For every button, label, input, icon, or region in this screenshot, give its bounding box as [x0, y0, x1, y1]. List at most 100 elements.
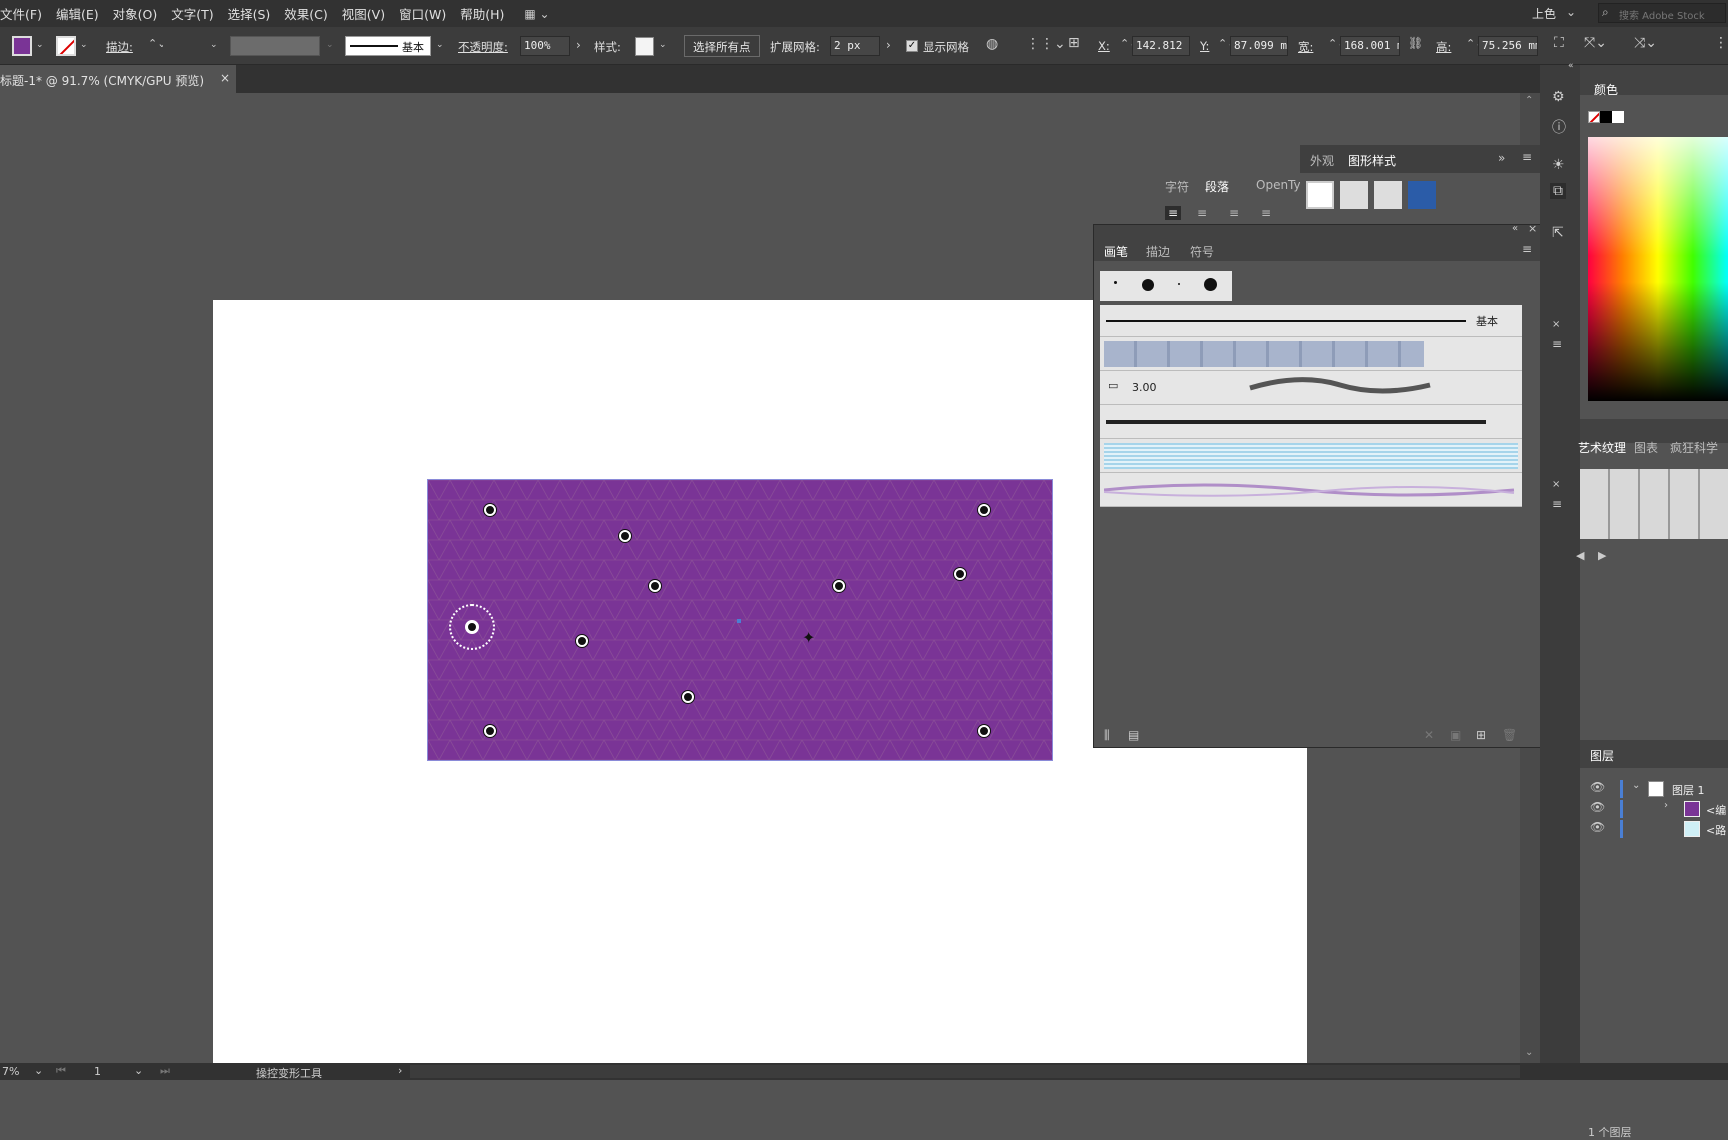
- dock-close-icon[interactable]: ×: [1552, 319, 1560, 330]
- first-artboard-icon[interactable]: ⏮: [56, 1064, 66, 1078]
- delete-brush-icon[interactable]: 🗑: [1502, 728, 1517, 742]
- variable-width-profile[interactable]: [230, 36, 320, 56]
- tab-brushes[interactable]: 画笔: [1104, 243, 1128, 260]
- tab-symbols[interactable]: 符号: [1190, 243, 1214, 260]
- next-swatch-icon[interactable]: ▶: [1598, 549, 1606, 562]
- justify-icon[interactable]: ≡: [1261, 206, 1271, 220]
- show-mesh-checkbox[interactable]: ✓: [906, 40, 918, 52]
- layer-row[interactable]: 👁 › <编: [1580, 800, 1728, 820]
- puppet-pin[interactable]: [978, 504, 990, 516]
- tab-charts[interactable]: 图表: [1634, 439, 1658, 456]
- dock-menu-icon[interactable]: ≡: [1552, 337, 1562, 351]
- align-center-icon[interactable]: ≡: [1197, 206, 1207, 220]
- menu-help[interactable]: 帮助(H): [460, 4, 504, 23]
- expand-mesh-input[interactable]: 2 px: [830, 36, 880, 56]
- prev-swatch-icon[interactable]: ◀: [1576, 549, 1584, 562]
- dock-menu-icon-2[interactable]: ≡: [1552, 497, 1562, 511]
- scroll-up-icon[interactable]: ⌃: [1525, 95, 1533, 106]
- menu-edit[interactable]: 编辑(E): [56, 4, 99, 23]
- graphic-style-default[interactable]: [1306, 181, 1334, 209]
- workspace-selector[interactable]: 上色: [1532, 5, 1556, 22]
- puppet-pin[interactable]: [978, 725, 990, 737]
- color-swatch-black[interactable]: [1600, 111, 1612, 123]
- brush-lines[interactable]: [1100, 439, 1522, 473]
- y-input[interactable]: 87.099 mm: [1230, 36, 1288, 56]
- tab-opentype[interactable]: OpenTy: [1256, 178, 1301, 192]
- height-input[interactable]: 75.256 mm: [1478, 36, 1538, 56]
- dock-close-icon-2[interactable]: ×: [1552, 479, 1560, 490]
- close-tab-icon[interactable]: ×: [220, 71, 230, 85]
- status-arrow-icon[interactable]: ›: [398, 1064, 402, 1077]
- brush-definition[interactable]: 基本: [345, 36, 431, 56]
- new-brush-icon[interactable]: ⊞: [1476, 728, 1486, 742]
- close-panel-icon[interactable]: ×: [1528, 222, 1537, 235]
- layer-row[interactable]: 👁 ⌄ 图层 1: [1580, 780, 1728, 800]
- puppet-pin[interactable]: [484, 504, 496, 516]
- fill-swatch[interactable]: [12, 36, 32, 56]
- puppet-pin[interactable]: [682, 691, 694, 703]
- workspace-chevron-icon[interactable]: ⌄: [1566, 5, 1576, 19]
- fill-dropdown-icon[interactable]: ⌄: [36, 40, 44, 50]
- expand-sublayer-icon[interactable]: ›: [1664, 800, 1668, 811]
- tab-stroke[interactable]: 描边: [1146, 243, 1170, 260]
- brush-panel-menu-icon[interactable]: ≡: [1522, 242, 1532, 256]
- panel-menu-icon[interactable]: ⋮: [1714, 35, 1728, 51]
- workspace-switcher-icon[interactable]: ▦ ⌄: [524, 7, 549, 21]
- brush-pattern[interactable]: [1100, 337, 1522, 371]
- collapse-panel-icon[interactable]: «: [1512, 223, 1518, 234]
- brush-options-icon[interactable]: ▣: [1450, 728, 1461, 742]
- brush-dot-tiny[interactable]: [1178, 283, 1180, 285]
- collapse-dock-icon[interactable]: «: [1568, 61, 1574, 71]
- style-dropdown-icon[interactable]: ⌄: [659, 40, 667, 50]
- brush-charcoal[interactable]: [1100, 405, 1522, 439]
- menu-window[interactable]: 窗口(W): [399, 4, 446, 23]
- brush-dot-small[interactable]: [1114, 281, 1117, 284]
- brush-library-icon[interactable]: ⫼: [1104, 728, 1110, 743]
- panel-menu-icon[interactable]: ≡: [1522, 150, 1532, 164]
- menu-select[interactable]: 选择(S): [228, 4, 271, 23]
- texture-swatch-grid[interactable]: [1580, 469, 1728, 539]
- stroke-dropdown-icon[interactable]: ⌄: [80, 40, 88, 50]
- opacity-arrow-icon[interactable]: ›: [576, 38, 581, 52]
- document-tab[interactable]: 标题-1* @ 91.7% (CMYK/GPU 预览) ×: [0, 65, 236, 93]
- next-artboard-icon[interactable]: ⏭: [160, 1064, 170, 1078]
- expand-layer-icon[interactable]: ⌄: [1632, 780, 1640, 791]
- menu-type[interactable]: 文字(T): [171, 4, 213, 23]
- tab-paragraph[interactable]: 段落: [1205, 178, 1230, 195]
- visibility-eye-icon[interactable]: 👁: [1590, 820, 1605, 834]
- color-spectrum[interactable]: [1588, 137, 1728, 401]
- horizontal-scrollbar[interactable]: [410, 1065, 1520, 1078]
- brush-basic[interactable]: 基本: [1100, 305, 1522, 337]
- panel-expand-icon[interactable]: »: [1498, 151, 1505, 165]
- artboard-dropdown-icon[interactable]: ⌄: [134, 1064, 143, 1077]
- opacity-input[interactable]: 100%: [520, 36, 570, 56]
- layer-row[interactable]: 👁 <路: [1580, 820, 1728, 840]
- align-options-icon[interactable]: ⤧⌄: [1584, 35, 1607, 51]
- brush-wave[interactable]: [1100, 473, 1522, 507]
- puppet-pin[interactable]: [576, 635, 588, 647]
- x-input[interactable]: 142.812 m: [1132, 36, 1190, 56]
- select-all-points-button[interactable]: 选择所有点: [684, 35, 760, 57]
- tab-layers[interactable]: 图层: [1590, 747, 1614, 764]
- profile-dropdown-icon[interactable]: ⌄: [326, 40, 334, 50]
- brush-dot-xl[interactable]: [1204, 278, 1217, 291]
- constrain-proportions-icon[interactable]: ⛓: [1408, 36, 1423, 50]
- puppet-pin[interactable]: [954, 568, 966, 580]
- selected-puppet-pin[interactable]: [465, 620, 479, 634]
- menu-view[interactable]: 视图(V): [342, 4, 385, 23]
- brush-calligraphic[interactable]: ▭ 3.00: [1100, 371, 1522, 405]
- visibility-eye-icon[interactable]: 👁: [1590, 780, 1605, 794]
- zoom-dropdown-icon[interactable]: ⌄: [34, 1064, 43, 1077]
- menu-file[interactable]: 文件(F): [0, 4, 42, 23]
- puppet-pin[interactable]: [833, 580, 845, 592]
- tab-character[interactable]: 字符: [1165, 178, 1189, 195]
- graphic-style-3[interactable]: [1374, 181, 1402, 209]
- graphic-style-swatch[interactable]: [635, 37, 654, 56]
- transform-panel-icon[interactable]: ⧉: [1550, 183, 1566, 199]
- menu-effect[interactable]: 效果(C): [284, 4, 327, 23]
- scroll-down-icon[interactable]: ⌄: [1525, 1047, 1533, 1058]
- puppet-pin[interactable]: [484, 725, 496, 737]
- opacity-label[interactable]: 不透明度:: [458, 39, 508, 55]
- brush-dropdown-icon[interactable]: ⌄: [436, 40, 444, 50]
- stroke-weight-dropdown-icon[interactable]: ⌄: [210, 40, 218, 50]
